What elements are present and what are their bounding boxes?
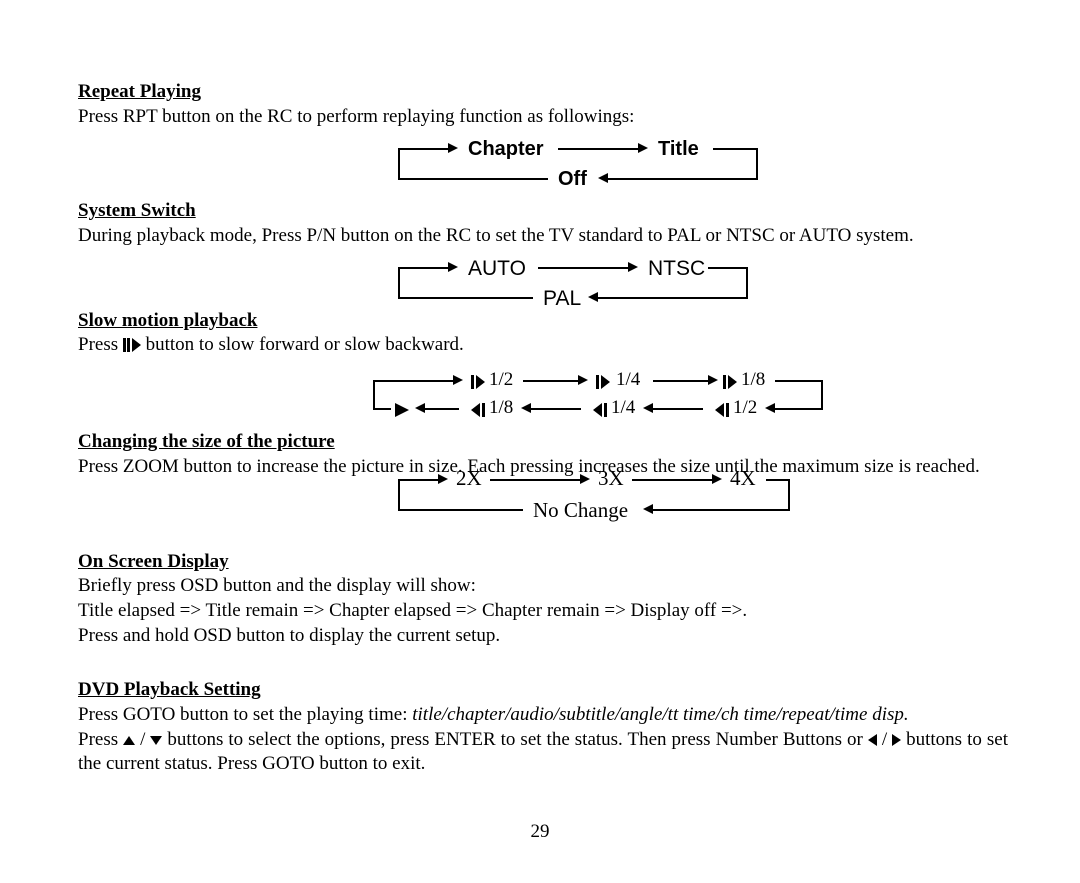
text-fragment: Press (78, 729, 123, 750)
heading-zoom: Changing the size of the picture (78, 430, 1008, 455)
text-fragment: Press GOTO button to set the playing tim… (78, 704, 412, 725)
text-slow: Press button to slow forward or slow bac… (78, 333, 1008, 360)
page-number: 29 (0, 820, 1080, 845)
play-icon (395, 400, 409, 425)
text-repeat: Press RPT button on the RC to perform re… (78, 105, 1008, 130)
diagram-label: 1/4 (616, 368, 640, 393)
diagram-repeat-cycle: Chapter Title Off (398, 138, 838, 198)
diagram-label: 4X (730, 465, 756, 492)
diagram-label: 1/8 (489, 396, 513, 421)
text-fragment: buttons to select the options, press ENT… (162, 729, 867, 750)
section-goto: DVD Playback Setting Press GOTO button t… (78, 678, 1008, 777)
heading-repeat: Repeat Playing (78, 80, 1008, 105)
step-fwd-icon (596, 372, 610, 397)
diagram-label: 1/2 (489, 368, 513, 393)
diagram-label: 1/2 (733, 396, 757, 421)
heading-goto: DVD Playback Setting (78, 678, 1008, 703)
diagram-label: Title (658, 136, 699, 162)
section-osd: On Screen Display Briefly press OSD butt… (78, 550, 1008, 649)
diagram-label: 3X (598, 465, 624, 492)
pause-play-icon (123, 335, 141, 360)
diagram-label: Chapter (468, 136, 544, 162)
step-back-icon (471, 400, 485, 425)
step-fwd-icon (723, 372, 737, 397)
section-system: System Switch During playback mode, Pres… (78, 199, 1008, 248)
diagram-label: 2X (456, 465, 482, 492)
right-icon (892, 734, 901, 746)
text-osd-3: Press and hold OSD button to display the… (78, 624, 1008, 649)
left-icon (868, 734, 877, 746)
heading-system: System Switch (78, 199, 1008, 224)
diagram-label: No Change (533, 497, 628, 524)
diagram-slow-cycle: 1/2 1/4 1/8 1/2 1/4 1/8 (413, 370, 873, 430)
heading-osd: On Screen Display (78, 550, 1008, 575)
text-system: During playback mode, Press P/N button o… (78, 224, 1008, 249)
step-back-icon (593, 400, 607, 425)
section-repeat: Repeat Playing Press RPT button on the R… (78, 80, 1008, 129)
text-osd-1: Briefly press OSD button and the display… (78, 574, 1008, 599)
text-goto-1: Press GOTO button to set the playing tim… (78, 703, 1008, 728)
document-page: Repeat Playing Press RPT button on the R… (78, 80, 1008, 477)
diagram-label: AUTO (468, 255, 526, 282)
down-icon (150, 736, 162, 745)
up-icon (123, 736, 135, 745)
diagram-label: 1/8 (741, 368, 765, 393)
text-fragment-italic: title/chapter/audio/subtitle/angle/tt ti… (412, 704, 908, 725)
diagram-zoom-cycle: 2X 3X 4X No Change (398, 469, 818, 529)
diagram-label: NTSC (648, 255, 705, 282)
heading-slow: Slow motion playback (78, 309, 1008, 334)
diagram-label: 1/4 (611, 396, 635, 421)
step-back-icon (715, 400, 729, 425)
text-fragment: Press (78, 334, 123, 355)
text-fragment: button to slow forward or slow backward. (146, 334, 464, 355)
step-fwd-icon (471, 372, 485, 397)
text-osd-2: Title elapsed => Title remain => Chapter… (78, 599, 1008, 624)
diagram-label: Off (558, 166, 587, 192)
text-goto-2: Press / buttons to select the options, p… (78, 728, 1008, 777)
section-slow: Slow motion playback Press button to slo… (78, 309, 1008, 360)
